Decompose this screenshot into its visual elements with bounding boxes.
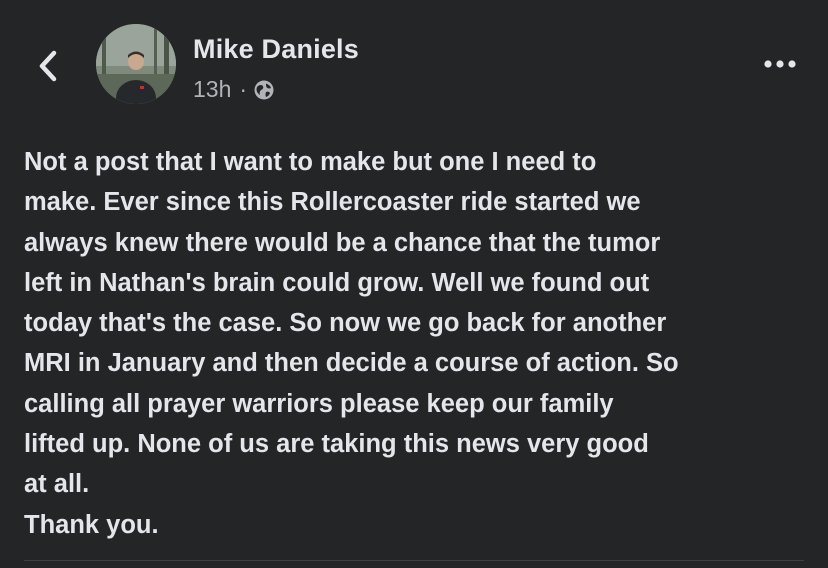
post-text-line: today that's the case. So now we go back… — [24, 309, 667, 338]
divider — [24, 560, 804, 561]
post-text-line: lifted up. None of us are taking this ne… — [24, 430, 649, 459]
post-header: Mike Daniels 13h · — [0, 0, 828, 120]
meta-separator: · — [239, 76, 248, 102]
post-text-line: make. Ever since this Rollercoaster ride… — [24, 188, 641, 217]
chevron-left-icon — [39, 50, 57, 82]
back-button[interactable] — [30, 44, 66, 88]
post-text-line: calling all prayer warriors please keep … — [24, 389, 614, 418]
more-options-icon — [764, 60, 796, 68]
post-text: Not a post that I want to make but one I… — [24, 142, 814, 545]
globe-icon — [253, 79, 275, 101]
post-text-line: MRI in January and then decide a course … — [24, 349, 679, 378]
post-text-line: at all. — [24, 470, 90, 499]
post-timestamp[interactable]: 13h — [193, 76, 231, 103]
post-text-line: Thank you. — [24, 510, 159, 539]
post-text-line: left in Nathan's brain could grow. Well … — [24, 268, 650, 297]
avatar[interactable] — [96, 24, 176, 104]
post-text-line: always knew there would be a chance that… — [24, 228, 661, 257]
more-options-button[interactable] — [760, 52, 800, 76]
post-meta: 13h · — [193, 76, 275, 103]
post-text-line: Not a post that I want to make but one I… — [24, 148, 597, 176]
author-name[interactable]: Mike Daniels — [193, 34, 359, 65]
